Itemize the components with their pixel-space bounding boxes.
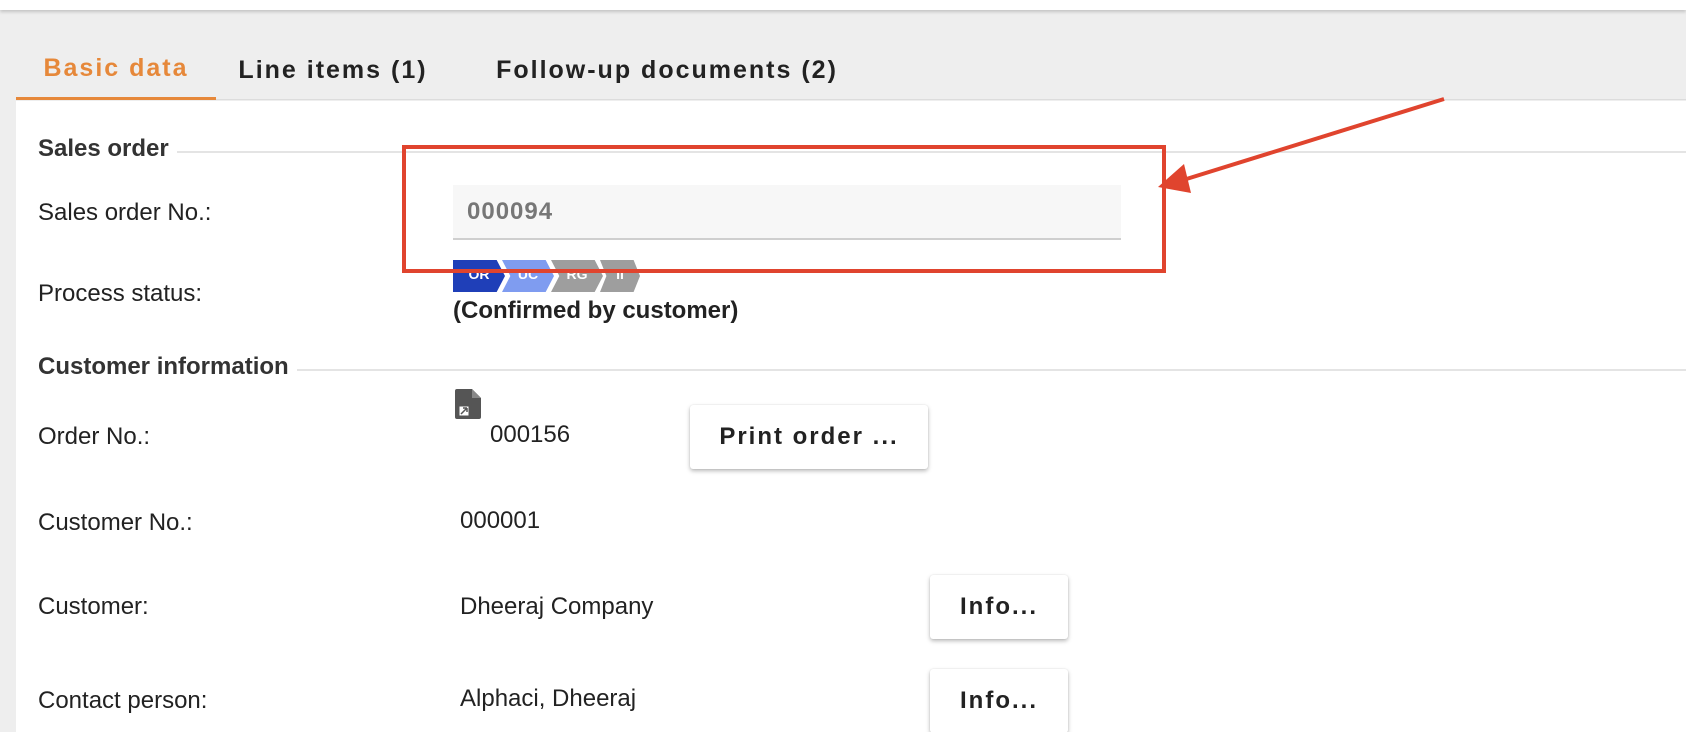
tab-follow-up-documents[interactable]: Follow-up documents (2) [482,40,852,100]
customer-number-label: Customer No.: [38,509,193,536]
customer-info-button[interactable]: Info... [930,575,1068,639]
tab-basic-data[interactable]: Basic data [16,40,216,100]
section-divider [171,151,1686,153]
status-step-label: RG [566,266,588,282]
status-step-rg: RG [551,260,603,292]
document-icon[interactable] [455,389,481,424]
top-toolbar-strip [0,0,1686,10]
tab-bar: Basic data Line items (1) Follow-up docu… [16,40,1686,100]
contact-person-value: Alphaci, Dheeraj [460,685,637,712]
contact-person-label: Contact person: [38,687,208,714]
print-order-button[interactable]: Print order ... [690,405,928,469]
process-status-label: Process status: [38,280,203,307]
customer-number-value: 000001 [460,507,541,534]
order-number-label: Order No.: [38,423,151,450]
basic-data-panel: Sales order Sales order No.: Process sta… [16,101,1686,732]
status-step-uc: UC [502,260,554,292]
customer-label: Customer: [38,593,149,620]
customer-value: Dheeraj Company [460,593,654,620]
status-step-label: OR [468,266,490,282]
section-divider [288,369,1686,371]
contact-info-button[interactable]: Info... [930,669,1068,732]
sales-order-number-field[interactable] [453,185,1121,240]
process-status-text: (Confirmed by customer) [453,297,739,324]
section-title-customer-information: Customer information [38,353,297,381]
status-step-label: UC [517,266,539,282]
status-step-or: OR [453,260,505,292]
tab-line-items[interactable]: Line items (1) [230,40,436,100]
section-title-sales-order: Sales order [38,135,177,163]
sales-order-number-label: Sales order No.: [38,199,212,226]
status-step-ii: II [600,260,640,292]
status-step-label: II [616,266,624,282]
order-number-value[interactable]: 000156 [490,421,570,449]
